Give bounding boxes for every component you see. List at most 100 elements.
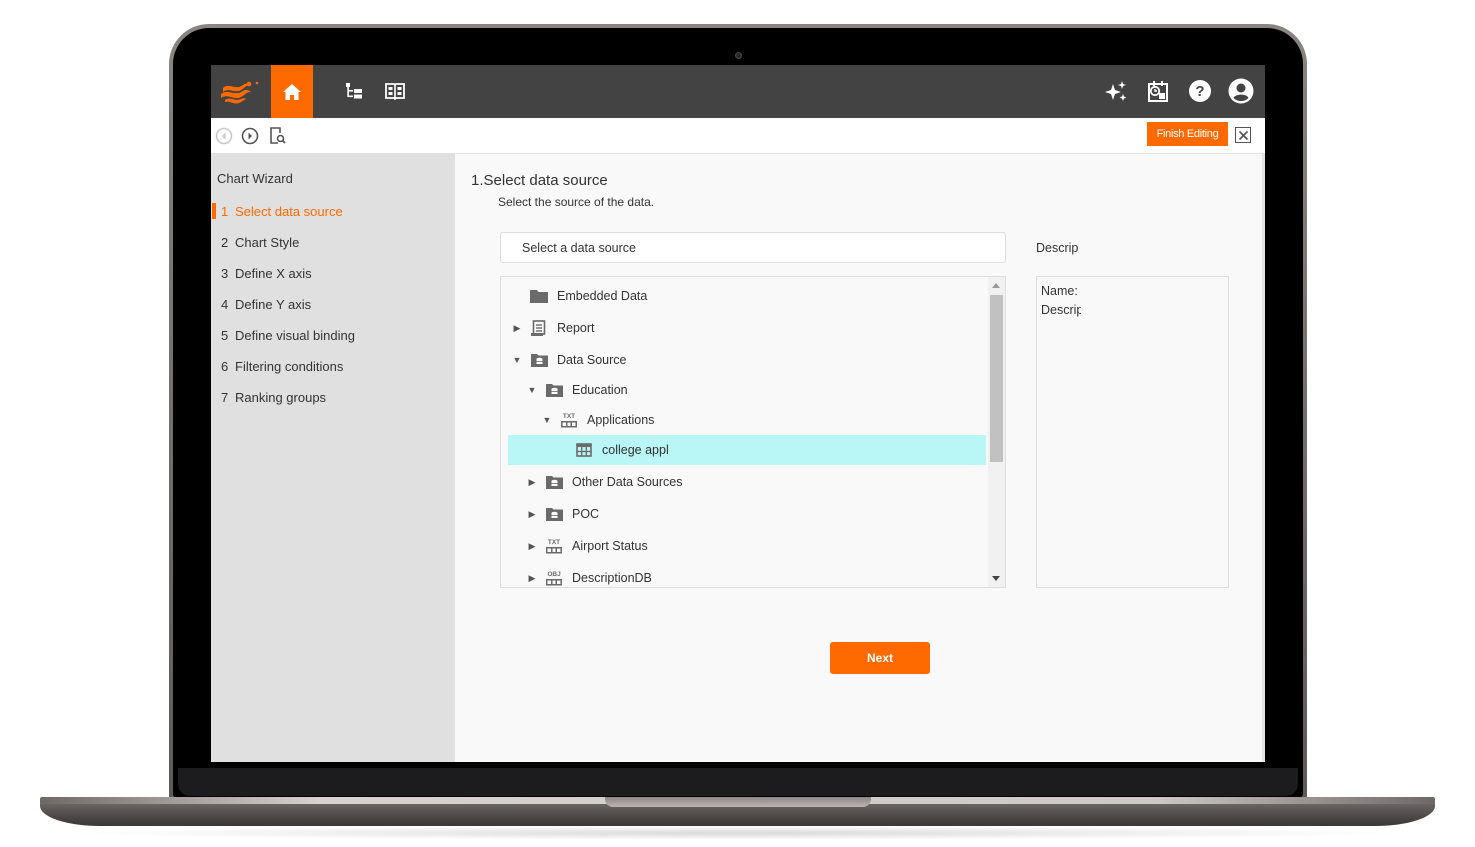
- details-name-label: Name:: [1041, 284, 1078, 298]
- tree-node-report[interactable]: ▶ Report: [508, 313, 986, 343]
- webcam: [735, 52, 742, 59]
- back-icon[interactable]: [214, 126, 234, 146]
- database-folder-icon: [545, 506, 563, 522]
- tree-structure-icon[interactable]: [341, 78, 367, 104]
- tree-node-other-data-sources[interactable]: ▶ Other Data Sources: [508, 467, 986, 497]
- data-source-input[interactable]: Select a data source: [500, 232, 1006, 263]
- svg-text:TXT: TXT: [563, 413, 575, 420]
- tree-node-data-source[interactable]: ▼ Data Source: [508, 345, 986, 375]
- tree-node-applications[interactable]: ▼ TXT Applications: [508, 405, 986, 435]
- step-label: Define X axis: [235, 265, 312, 281]
- tree-node-airport-status[interactable]: ▶ TXT Airport Status: [508, 531, 986, 561]
- caret-down-icon[interactable]: ▼: [542, 415, 552, 425]
- folder-icon: [530, 288, 548, 304]
- step-label: Filtering conditions: [235, 358, 344, 374]
- secondary-toolbar: Finish Editing: [211, 118, 1265, 154]
- database-folder-icon: [530, 352, 548, 368]
- tree-node-label: DescriptionDB: [572, 571, 652, 585]
- user-account-icon[interactable]: [1228, 78, 1254, 104]
- caret-right-icon[interactable]: ▶: [527, 573, 537, 583]
- laptop-chin: [178, 768, 1298, 796]
- tree-node-label: college appl: [602, 443, 669, 457]
- step-label: Chart Style: [235, 234, 300, 250]
- step-label: Select data source: [235, 203, 343, 219]
- tree-node-college-appl[interactable]: college appl: [508, 435, 986, 465]
- tree-node-label: POC: [572, 507, 600, 521]
- laptop-shadow: [60, 826, 1415, 840]
- wizard-step-select-data-source[interactable]: 1 Select data source: [211, 201, 455, 221]
- details-panel: Name: Descrip: [1036, 276, 1229, 588]
- txt-source-icon: TXT: [560, 412, 578, 428]
- preview-icon[interactable]: [268, 126, 288, 146]
- wizard-step-define-x-axis[interactable]: 3 Define X axis: [211, 263, 455, 283]
- step-number: 6: [221, 358, 229, 374]
- scrollbar-thumb[interactable]: [990, 295, 1003, 462]
- step-number: 7: [221, 389, 229, 405]
- step-label: Define Y axis: [235, 296, 312, 312]
- wizard-step-define-y-axis[interactable]: 4 Define Y axis: [211, 294, 455, 314]
- help-icon[interactable]: ?: [1187, 78, 1213, 104]
- table-icon: [575, 442, 593, 458]
- scroll-down-icon[interactable]: [992, 576, 1000, 581]
- wizard-main-panel: 1.Select data source Select the source o…: [455, 154, 1265, 762]
- scroll-up-icon[interactable]: [992, 283, 1000, 288]
- wizard-step-chart-style[interactable]: 2 Chart Style: [211, 232, 455, 252]
- laptop-notch: [605, 797, 871, 807]
- home-button[interactable]: [271, 65, 313, 118]
- tree-node-education[interactable]: ▼ Education: [508, 375, 986, 405]
- step-number: 1: [221, 203, 229, 219]
- svg-text:?: ?: [1195, 83, 1204, 100]
- details-description-label: Descrip: [1041, 303, 1081, 317]
- caret-down-icon[interactable]: ▼: [512, 355, 522, 365]
- home-icon: [283, 83, 301, 100]
- txt-source-icon: TXT: [545, 538, 563, 554]
- step-number: 2: [221, 234, 229, 250]
- description-label: Descrip: [1036, 241, 1079, 255]
- panel-edge: [1262, 154, 1265, 762]
- tree-node-label: Embedded Data: [557, 289, 648, 303]
- wizard-step-visual-binding[interactable]: 5 Define visual binding: [211, 325, 455, 345]
- schedule-icon[interactable]: [1145, 78, 1171, 104]
- tree-node-label: Applications: [587, 413, 655, 427]
- caret-right-icon[interactable]: ▶: [527, 541, 537, 551]
- sparkle-icon[interactable]: [1103, 78, 1129, 104]
- caret-down-icon[interactable]: ▼: [527, 385, 537, 395]
- wizard-title: Chart Wizard: [217, 171, 293, 186]
- page-title: 1.Select data source: [471, 172, 608, 189]
- laptop-base: [40, 804, 1435, 826]
- step-number: 4: [221, 296, 229, 312]
- finish-editing-button[interactable]: Finish Editing: [1147, 122, 1228, 146]
- tree-node-label: Data Source: [557, 353, 627, 367]
- close-icon[interactable]: [1235, 127, 1251, 143]
- logo-icon[interactable]: [211, 65, 271, 118]
- data-source-tree: Embedded Data ▶ Report ▼ Data Source ▼ E…: [500, 276, 1006, 588]
- top-navigation-bar: ?: [211, 65, 1265, 118]
- obj-source-icon: OBJ: [545, 570, 563, 586]
- step-number: 5: [221, 327, 229, 343]
- database-folder-icon: [545, 474, 563, 490]
- wizard-sidebar: Chart Wizard 1 Select data source 2 Char…: [211, 154, 455, 762]
- step-number: 3: [221, 265, 229, 281]
- caret-right-icon[interactable]: ▶: [527, 509, 537, 519]
- book-icon[interactable]: [382, 78, 408, 104]
- tree-node-poc[interactable]: ▶ POC: [508, 499, 986, 529]
- wizard-step-ranking-groups[interactable]: 7 Ranking groups: [211, 387, 455, 407]
- wizard-step-filtering-conditions[interactable]: 6 Filtering conditions: [211, 356, 455, 376]
- database-folder-icon: [545, 382, 563, 398]
- report-icon: [530, 320, 548, 336]
- tree-node-descriptiondb[interactable]: ▶ OBJ DescriptionDB: [508, 563, 986, 587]
- tree-node-label: Other Data Sources: [572, 475, 683, 489]
- next-button[interactable]: Next: [830, 642, 930, 674]
- app-screen: ? Finish Editing Chart Wizard 1 Select d…: [211, 65, 1265, 762]
- caret-right-icon[interactable]: ▶: [512, 323, 522, 333]
- step-label: Define visual binding: [235, 327, 355, 343]
- tree-node-embedded-data[interactable]: Embedded Data: [508, 281, 986, 311]
- caret-right-icon[interactable]: ▶: [527, 477, 537, 487]
- tree-node-label: Airport Status: [572, 539, 648, 553]
- page-description: Select the source of the data.: [498, 195, 655, 209]
- forward-icon[interactable]: [240, 126, 260, 146]
- step-label: Ranking groups: [235, 389, 327, 405]
- tree-scrollbar[interactable]: [988, 277, 1005, 587]
- svg-text:TXT: TXT: [548, 539, 560, 546]
- tree-node-label: Education: [572, 383, 628, 397]
